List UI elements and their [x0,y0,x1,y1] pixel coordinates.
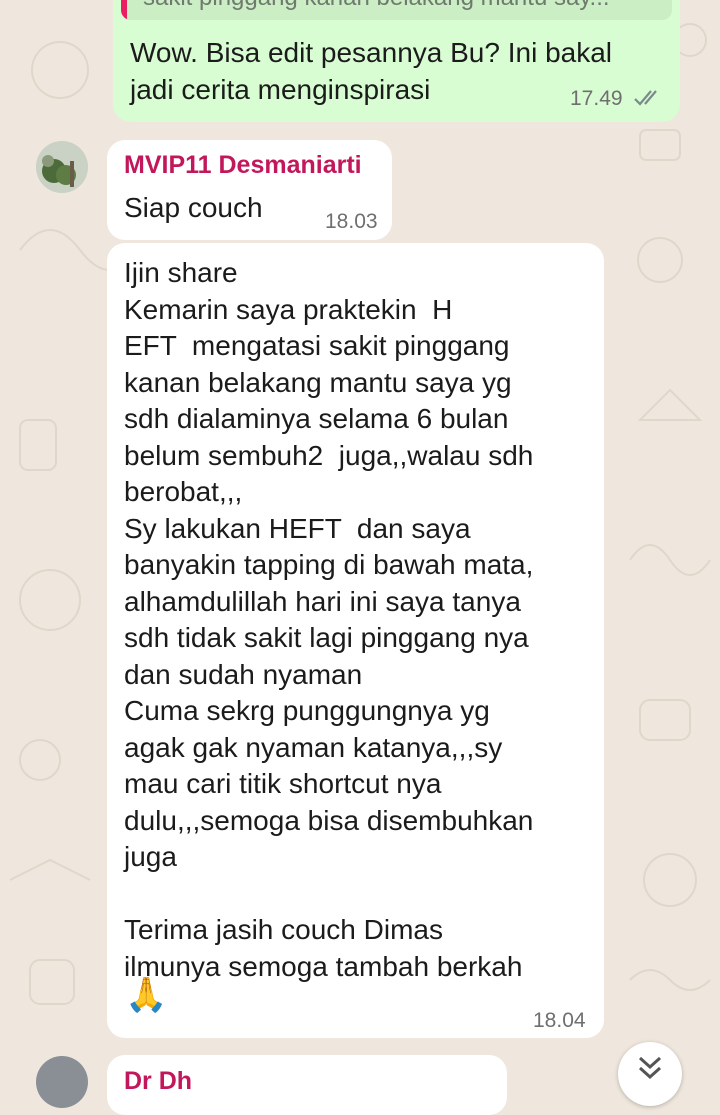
incoming-message-bubble[interactable]: Ijin share Kemarin saya praktekin H EFT … [107,243,604,1038]
message-time: 18.03 [325,210,378,233]
message-text: Ijin share Kemarin saya praktekin H EFT … [124,257,534,982]
avatar[interactable] [36,1056,88,1108]
message-time: 17.49 [570,87,623,110]
double-check-icon [634,90,657,106]
outgoing-message-bubble[interactable]: sakit pinggang kanan belakang mantu say.… [113,0,680,122]
double-chevron-down-icon [638,1056,662,1080]
quoted-reply-bar [121,0,127,20]
quoted-reply-text: sakit pinggang kanan belakang mantu say.… [143,0,610,12]
message-text: Siap couch [124,192,263,223]
message-time: 18.04 [533,1009,586,1032]
incoming-message-bubble[interactable]: MVIP11 Desmaniarti Siap couch 18.03 [107,140,392,240]
quoted-reply[interactable]: sakit pinggang kanan belakang mantu say.… [121,0,672,20]
avatar[interactable] [36,141,88,193]
scroll-to-bottom-button[interactable] [618,1042,682,1106]
folded-hands-emoji: 🙏 [125,976,168,1014]
sender-name[interactable]: MVIP11 Desmaniarti [124,151,362,180]
incoming-message-bubble[interactable]: Dr Dh [107,1055,507,1115]
sender-name[interactable]: Dr Dh [124,1067,192,1096]
